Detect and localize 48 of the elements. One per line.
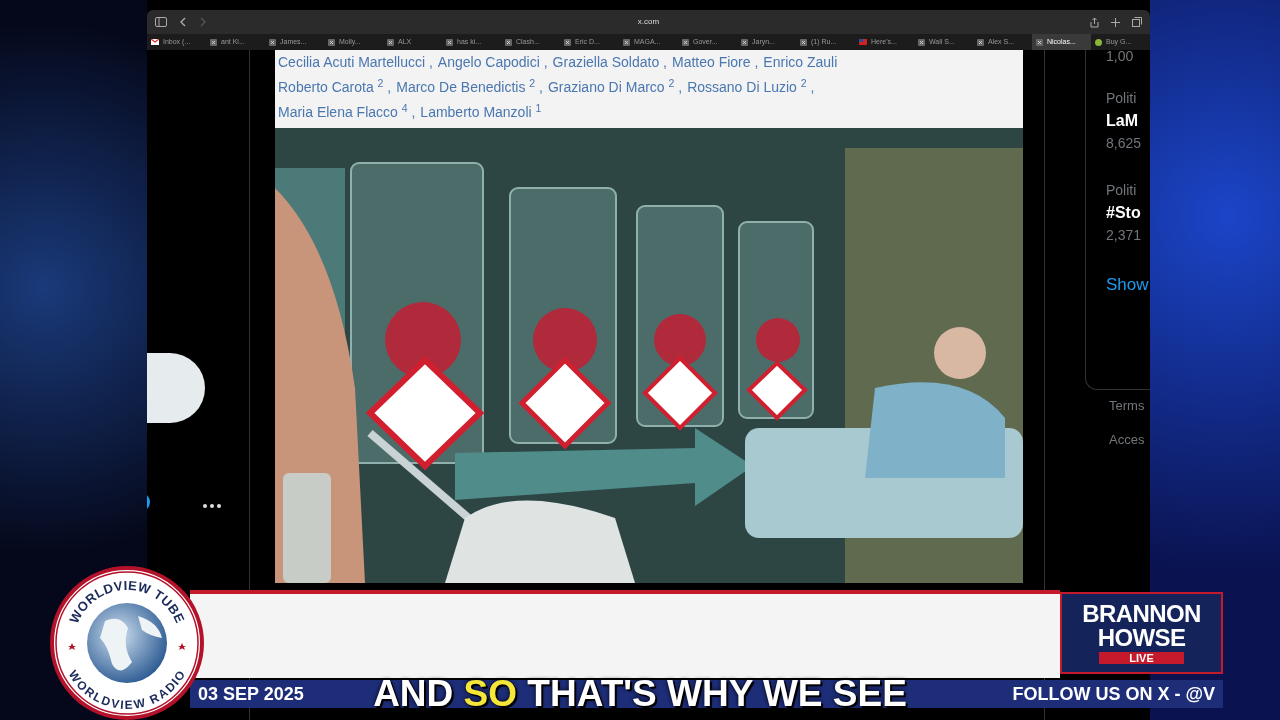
tabs-icon[interactable] (1132, 17, 1142, 27)
x-logo-icon (623, 38, 630, 46)
author-link[interactable]: Rossano Di Luzio $^{2}$ , (687, 75, 815, 100)
x-logo-icon (741, 38, 748, 46)
author-link[interactable]: Enrico Zauli (763, 50, 838, 75)
flag-icon (859, 39, 867, 45)
mail-icon (151, 39, 159, 45)
live-label: LIVE (1099, 652, 1184, 664)
x-logo-icon (269, 38, 276, 46)
x-logo-icon (328, 38, 335, 46)
author-link[interactable]: Cecilia Acuti Martellucci , (278, 50, 433, 75)
author-link[interactable]: Graziano Di Marco $^{2}$ , (547, 75, 683, 100)
x-logo-icon (800, 38, 807, 46)
trend-item[interactable]: Politi #Sto 2,371 (1106, 180, 1150, 246)
show-more-link[interactable]: Show (1106, 272, 1150, 298)
back-icon[interactable] (179, 17, 187, 27)
author-link[interactable]: Angelo Capodici , (437, 50, 548, 75)
post-button[interactable] (147, 353, 205, 423)
x-logo-icon (1036, 38, 1043, 46)
x-logo-icon (210, 38, 217, 46)
x-logo-icon (977, 38, 984, 46)
coin-icon (1095, 38, 1102, 46)
x-logo-icon (918, 38, 925, 46)
post-count: 1,00 (1106, 50, 1135, 62)
footer-link[interactable]: Terms (1109, 396, 1145, 416)
author-link[interactable]: Marco De Benedictis $^{2}$ , (396, 75, 543, 100)
author-link[interactable]: Roberto Carota $^{2}$ , (278, 75, 392, 100)
brand-name: BRANNON (1082, 602, 1201, 626)
share-icon[interactable] (1090, 16, 1099, 28)
more-icon[interactable] (203, 504, 221, 508)
author-link[interactable]: Matteo Fiore , (672, 50, 759, 75)
x-logo-icon (682, 38, 689, 46)
footer-link[interactable]: Acces (1109, 429, 1145, 449)
brand-name: HOWSE (1097, 626, 1186, 650)
sidebar-icon[interactable] (155, 17, 167, 27)
author-link[interactable]: Lamberto Manzoli $^{1}$ (420, 100, 542, 125)
arc-icon (147, 495, 153, 509)
plus-icon[interactable] (1111, 17, 1120, 27)
address-field[interactable]: x.com (637, 16, 660, 28)
x-logo-icon (446, 38, 453, 46)
ticker-follow: FOLLOW US ON X - @V (1012, 682, 1215, 706)
author-link[interactable]: Graziella Soldato , (552, 50, 667, 75)
x-logo-icon (387, 38, 394, 46)
author-link[interactable]: Maria Elena Flacco $^{4}$ , (278, 100, 416, 125)
x-logo-icon (564, 38, 571, 46)
x-logo-icon (505, 38, 512, 46)
caption-text: AND SO THAT'S WHY WE SEE (373, 672, 907, 716)
trend-item[interactable]: Politi LaM 8,625 (1106, 88, 1150, 154)
